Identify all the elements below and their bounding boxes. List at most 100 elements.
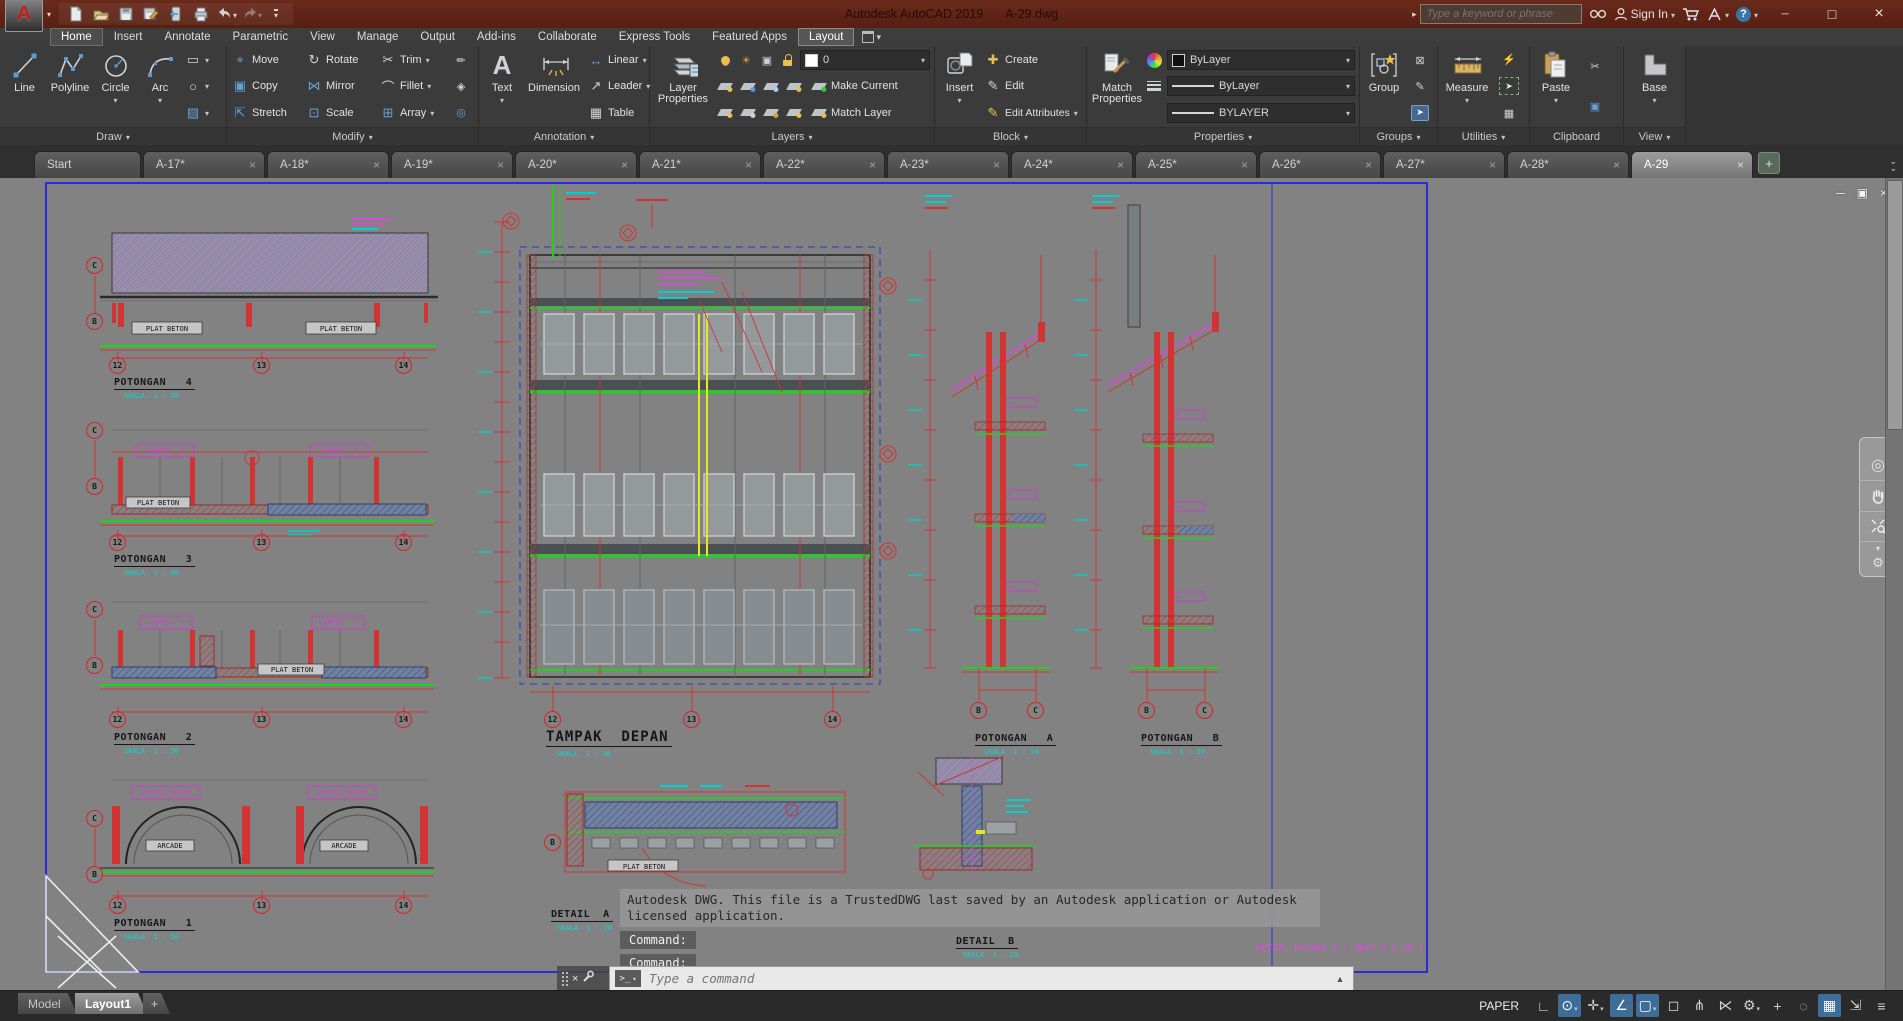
circle-caret-icon[interactable] (113, 95, 117, 106)
explode-icon[interactable] (452, 78, 470, 94)
navbar-more-icon[interactable] (1876, 542, 1880, 554)
make-current-button[interactable]: Make Current (808, 74, 901, 98)
file-tab-a-20[interactable]: A-20* (515, 151, 637, 178)
arc-button[interactable]: Arc (138, 47, 182, 126)
minimize-icon[interactable] (1765, 3, 1805, 25)
cut-icon[interactable] (1586, 59, 1604, 75)
new-icon[interactable] (65, 4, 87, 24)
undo-icon[interactable] (215, 4, 237, 24)
group-button[interactable]: Group (1362, 47, 1406, 126)
ribbon-tab-output[interactable]: Output (409, 28, 466, 46)
erase-icon[interactable] (452, 52, 470, 68)
new-layout-tab-button[interactable]: + (143, 993, 170, 1014)
paper-space-toggle[interactable]: PAPER (1472, 996, 1526, 1016)
close-tab-icon[interactable] (1365, 158, 1372, 172)
array-caret-icon[interactable] (430, 107, 434, 119)
measure-caret-icon[interactable] (1465, 95, 1469, 106)
quick-select-icon[interactable] (1500, 52, 1518, 68)
rotate-button[interactable]: Rotate (303, 48, 377, 72)
layer-select-combo[interactable]: 0 (800, 50, 930, 71)
file-tab-a-26[interactable]: A-26* (1259, 151, 1381, 178)
sign-in-caret-icon[interactable] (1668, 5, 1675, 23)
line-button[interactable]: Line (2, 47, 47, 126)
object-color-combo[interactable]: ByLayer (1167, 50, 1355, 71)
osnap-tracking-icon[interactable]: ✛ (1584, 994, 1607, 1017)
search-collapse-icon[interactable]: ▸ (1412, 9, 1417, 20)
trim-caret-icon[interactable] (426, 54, 430, 66)
tab-overflow-icon[interactable]: ⌄ ⌄ (1889, 157, 1897, 173)
layer-thaw-icon[interactable] (737, 52, 755, 68)
panel-label-draw[interactable]: Draw (0, 127, 226, 145)
file-tab-a-27[interactable]: A-27* (1383, 151, 1505, 178)
new-drawing-tab-button[interactable]: + (1758, 152, 1780, 174)
undo-caret-icon[interactable] (233, 5, 237, 23)
drawing-restore-icon[interactable]: ▣ (1857, 186, 1868, 200)
dimension-button[interactable]: Dimension (523, 47, 585, 126)
ellipse-button[interactable] (182, 74, 222, 98)
file-tab-a-19[interactable]: A-19* (391, 151, 513, 178)
help-icon[interactable] (1735, 4, 1758, 24)
base-caret-icon[interactable] (1652, 95, 1656, 106)
insert-button[interactable]: Insert (937, 47, 982, 126)
vertical-scrollbar[interactable] (1885, 178, 1903, 990)
annotation-monitor-icon[interactable]: + (1766, 994, 1789, 1017)
copy-clip-icon[interactable] (1586, 98, 1604, 114)
close-tab-icon[interactable] (621, 158, 628, 172)
file-tab-a-25[interactable]: A-25* (1135, 151, 1257, 178)
leader-button[interactable]: Leader (585, 74, 647, 98)
panel-label-properties[interactable]: Properties (1087, 127, 1359, 145)
panel-label-view[interactable]: View (1624, 127, 1685, 145)
layer-on-icon[interactable] (716, 52, 734, 68)
ribbon-tab-home[interactable]: Home (50, 28, 103, 46)
lineweight-combo[interactable]: ByLayer (1167, 76, 1355, 97)
open-icon[interactable] (90, 4, 112, 24)
ribbon-tab-annotate[interactable]: Annotate (153, 28, 221, 46)
ribbon-tab-manage[interactable]: Manage (346, 28, 410, 46)
qat-menu-icon[interactable]: ▾ (265, 4, 287, 24)
ellipse-caret-icon[interactable] (205, 80, 209, 92)
command-input-field[interactable]: ▾ (609, 966, 1354, 991)
close-tab-icon[interactable] (497, 158, 504, 172)
file-tab-a-28[interactable]: A-28* (1507, 151, 1629, 178)
rectangle-caret-icon[interactable] (205, 54, 209, 66)
ribbon-tab-featured-apps[interactable]: Featured Apps (701, 28, 798, 46)
panel-label-modify[interactable]: Modify (227, 127, 478, 145)
command-close-icon[interactable] (572, 973, 578, 985)
trim-button[interactable]: Trim (377, 48, 449, 72)
command-prompt-icon[interactable]: ▾ (615, 970, 641, 987)
hatch-button[interactable] (182, 101, 222, 125)
layout1-tab[interactable]: Layout1 (75, 993, 147, 1014)
panel-label-utilities[interactable]: Utilities (1438, 127, 1529, 145)
linetype-combo[interactable]: BYLAYER (1167, 102, 1355, 123)
close-tab-icon[interactable] (373, 158, 380, 172)
file-tab-a-29[interactable]: A-29 (1631, 151, 1753, 178)
edit-attributes-caret-icon[interactable] (1074, 107, 1078, 119)
group-edit-icon[interactable] (1411, 78, 1429, 94)
fillet-button[interactable]: Fillet (377, 74, 449, 98)
measure-button[interactable]: Measure (1440, 47, 1494, 126)
circle-button[interactable]: Circle (93, 47, 138, 126)
ortho-mode-icon[interactable]: ∟ (1532, 994, 1555, 1017)
layer-off-icon[interactable] (716, 105, 734, 121)
close-icon[interactable] (1859, 3, 1899, 25)
linear-button[interactable]: Linear (585, 48, 647, 72)
text-button[interactable]: A Text (481, 47, 523, 126)
help-caret-icon[interactable] (1751, 5, 1758, 23)
lineweight-caret-icon[interactable] (1346, 80, 1350, 92)
layer-lock-icon[interactable] (785, 78, 803, 94)
layer-viewport-freeze-icon[interactable] (758, 52, 776, 68)
file-tab-a-24[interactable]: A-24* (1011, 151, 1133, 178)
edit-block-button[interactable]: Edit (982, 74, 1084, 98)
drawing-canvas[interactable]: POTONGAN 4 SKALA 1 : 50 POTONGAN 3 SKALA 1 … (0, 178, 1903, 991)
layer-unlock-all-icon[interactable] (785, 105, 803, 121)
copy-button[interactable]: Copy (229, 74, 303, 98)
hatch-caret-icon[interactable] (205, 107, 209, 119)
search-input[interactable] (1419, 4, 1582, 24)
object-color-caret-icon[interactable] (1346, 54, 1350, 66)
base-button[interactable]: Base (1627, 47, 1683, 126)
layer-isolate-icon[interactable] (716, 78, 734, 94)
ribbon-tab-express-tools[interactable]: Express Tools (608, 28, 701, 46)
close-tab-icon[interactable] (1613, 158, 1620, 172)
sign-in-button[interactable]: Sign In (1614, 4, 1675, 24)
save-icon[interactable] (115, 4, 137, 24)
